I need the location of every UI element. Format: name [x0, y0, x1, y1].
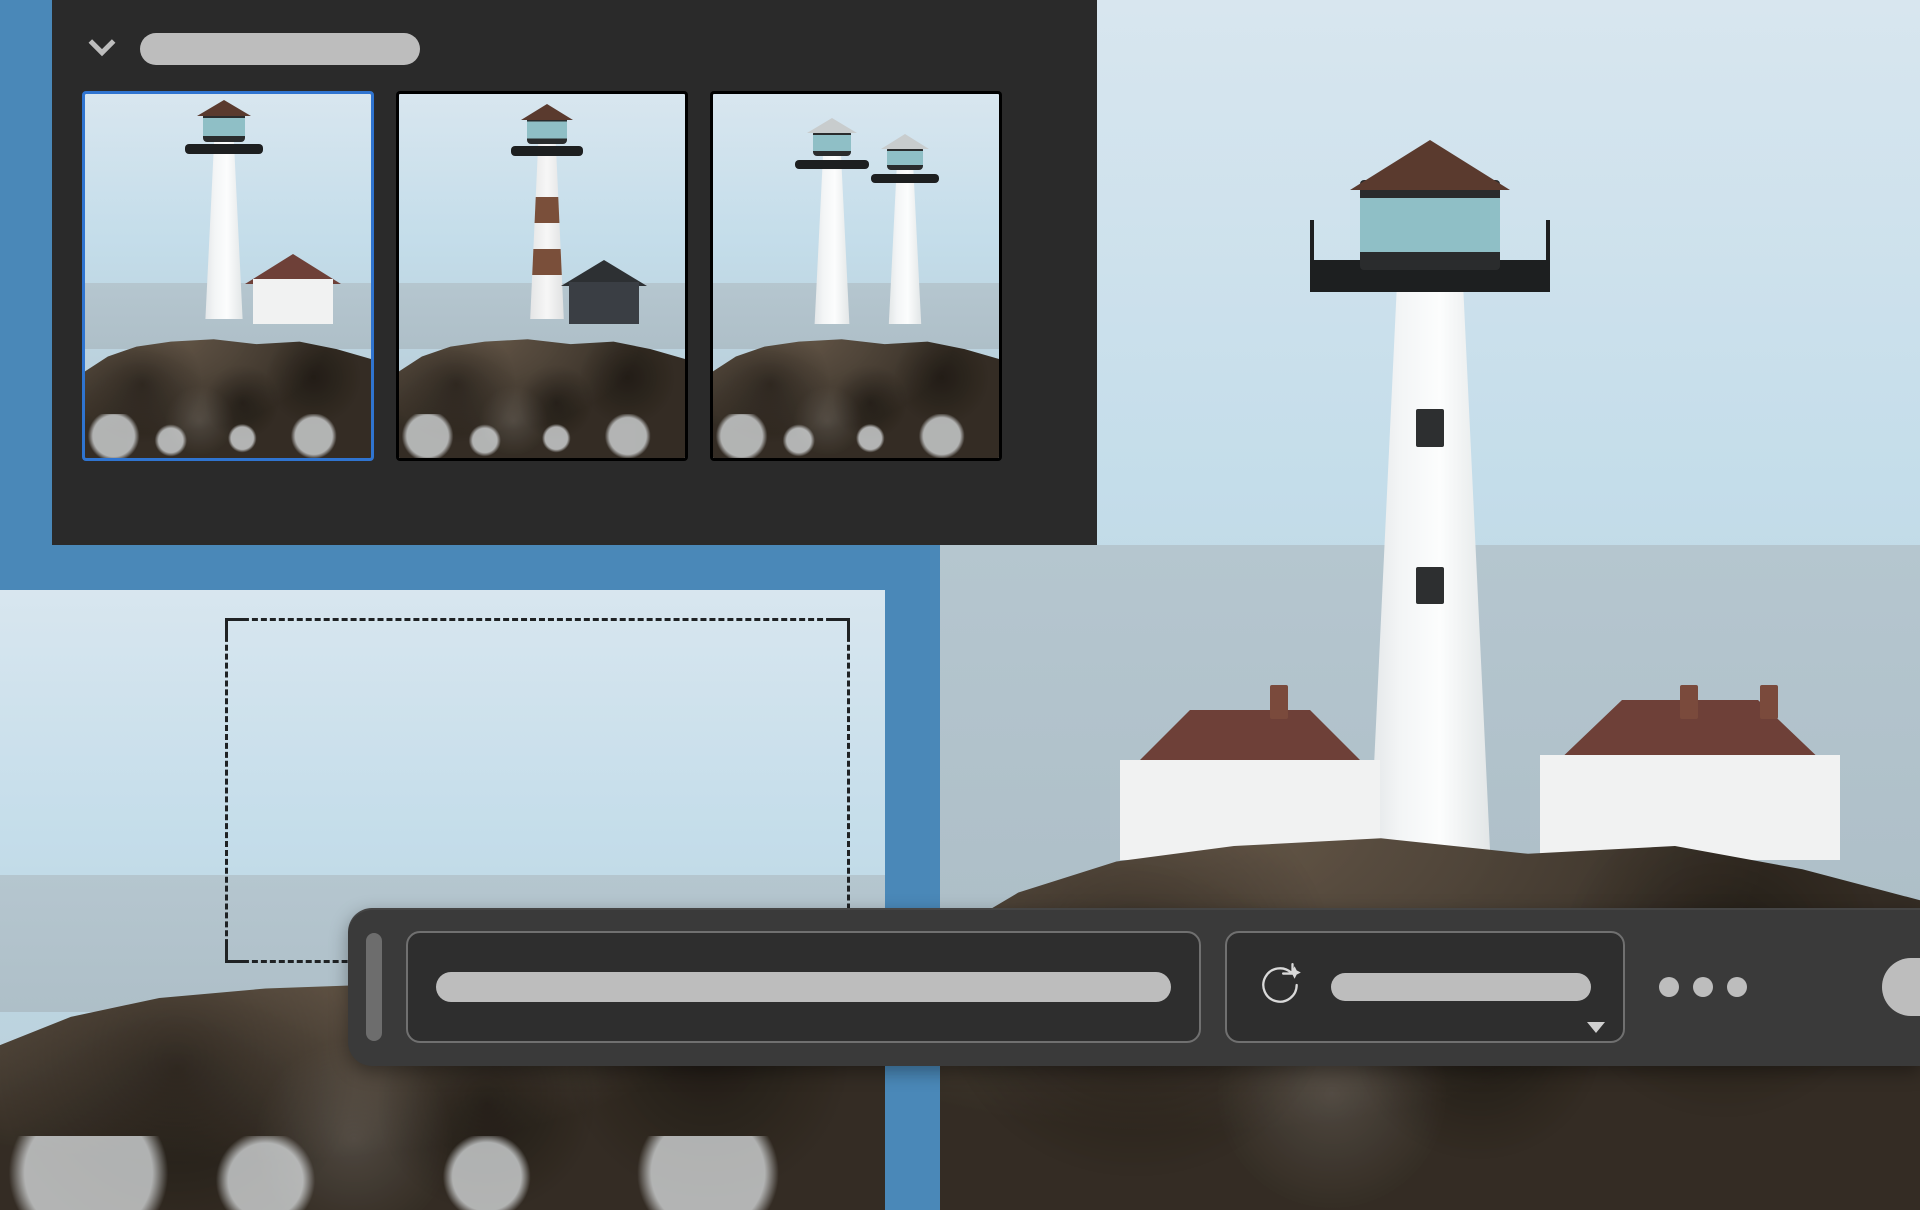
taskbar-drag-handle[interactable] [366, 933, 382, 1041]
variation-thumb-1[interactable] [82, 91, 374, 461]
variations-panel [52, 0, 1097, 545]
more-options-button[interactable] [1649, 977, 1757, 997]
regenerate-sparkle-icon [1255, 960, 1305, 1015]
generate-button[interactable] [1225, 931, 1625, 1043]
chevron-down-icon[interactable] [82, 26, 122, 71]
variation-thumb-3[interactable] [710, 91, 1002, 461]
chevron-down-icon[interactable] [1587, 1022, 1605, 1033]
contextual-taskbar [348, 908, 1920, 1066]
variations-title [140, 33, 420, 65]
prompt-input[interactable] [406, 931, 1201, 1043]
taskbar-overflow[interactable] [1882, 958, 1920, 1016]
editing-canvas[interactable] [0, 590, 885, 1210]
variation-thumb-2[interactable] [396, 91, 688, 461]
prompt-placeholder [436, 972, 1171, 1002]
generate-label [1331, 973, 1591, 1001]
